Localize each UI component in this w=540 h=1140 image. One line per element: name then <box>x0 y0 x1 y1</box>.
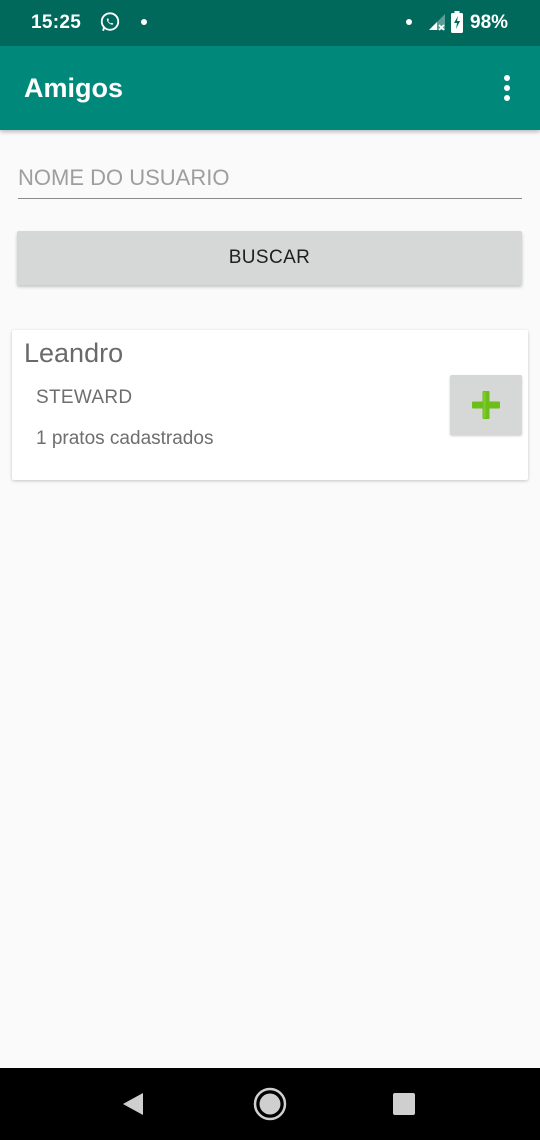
battery-charging-icon <box>451 11 463 33</box>
plus-icon <box>472 391 500 419</box>
recents-icon[interactable] <box>393 1093 415 1115</box>
status-bar: 15:25 98% <box>0 0 540 46</box>
whatsapp-icon <box>100 12 120 31</box>
system-nav-bar <box>0 1068 540 1140</box>
menu-dot <box>504 85 510 91</box>
home-icon[interactable] <box>252 1086 288 1122</box>
notification-dot-icon <box>141 19 147 25</box>
menu-dot <box>504 95 510 101</box>
friend-role: STEWARD <box>36 387 133 408</box>
friends-screen: 15:25 98% Amigos BUSCAR <box>0 0 540 1140</box>
battery-percentage: 98% <box>470 12 509 33</box>
app-bar: Amigos <box>0 46 540 130</box>
status-dot-icon <box>406 19 412 25</box>
username-search-input[interactable] <box>18 158 522 199</box>
back-icon[interactable] <box>121 1092 145 1116</box>
more-vert-icon[interactable] <box>492 70 522 106</box>
signal-icon <box>429 14 445 31</box>
menu-dot <box>504 75 510 81</box>
friend-result-card: Leandro STEWARD 1 pratos cadastrados <box>12 330 528 480</box>
friend-name: Leandro <box>24 338 124 368</box>
search-button[interactable]: BUSCAR <box>17 231 522 285</box>
friend-dish-count: 1 pratos cadastrados <box>36 428 214 449</box>
status-time: 15:25 <box>31 12 82 33</box>
page-title: Amigos <box>24 73 124 103</box>
add-friend-button[interactable] <box>450 375 522 435</box>
